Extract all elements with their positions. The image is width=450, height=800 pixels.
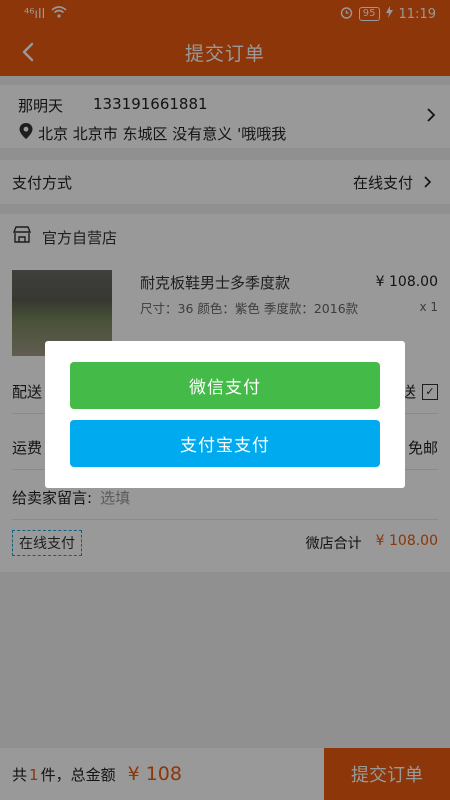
alipay-button[interactable]: 支付宝支付: [70, 420, 380, 467]
payment-dialog: 微信支付 支付宝支付: [45, 341, 405, 488]
wechat-pay-button[interactable]: 微信支付: [70, 362, 380, 409]
